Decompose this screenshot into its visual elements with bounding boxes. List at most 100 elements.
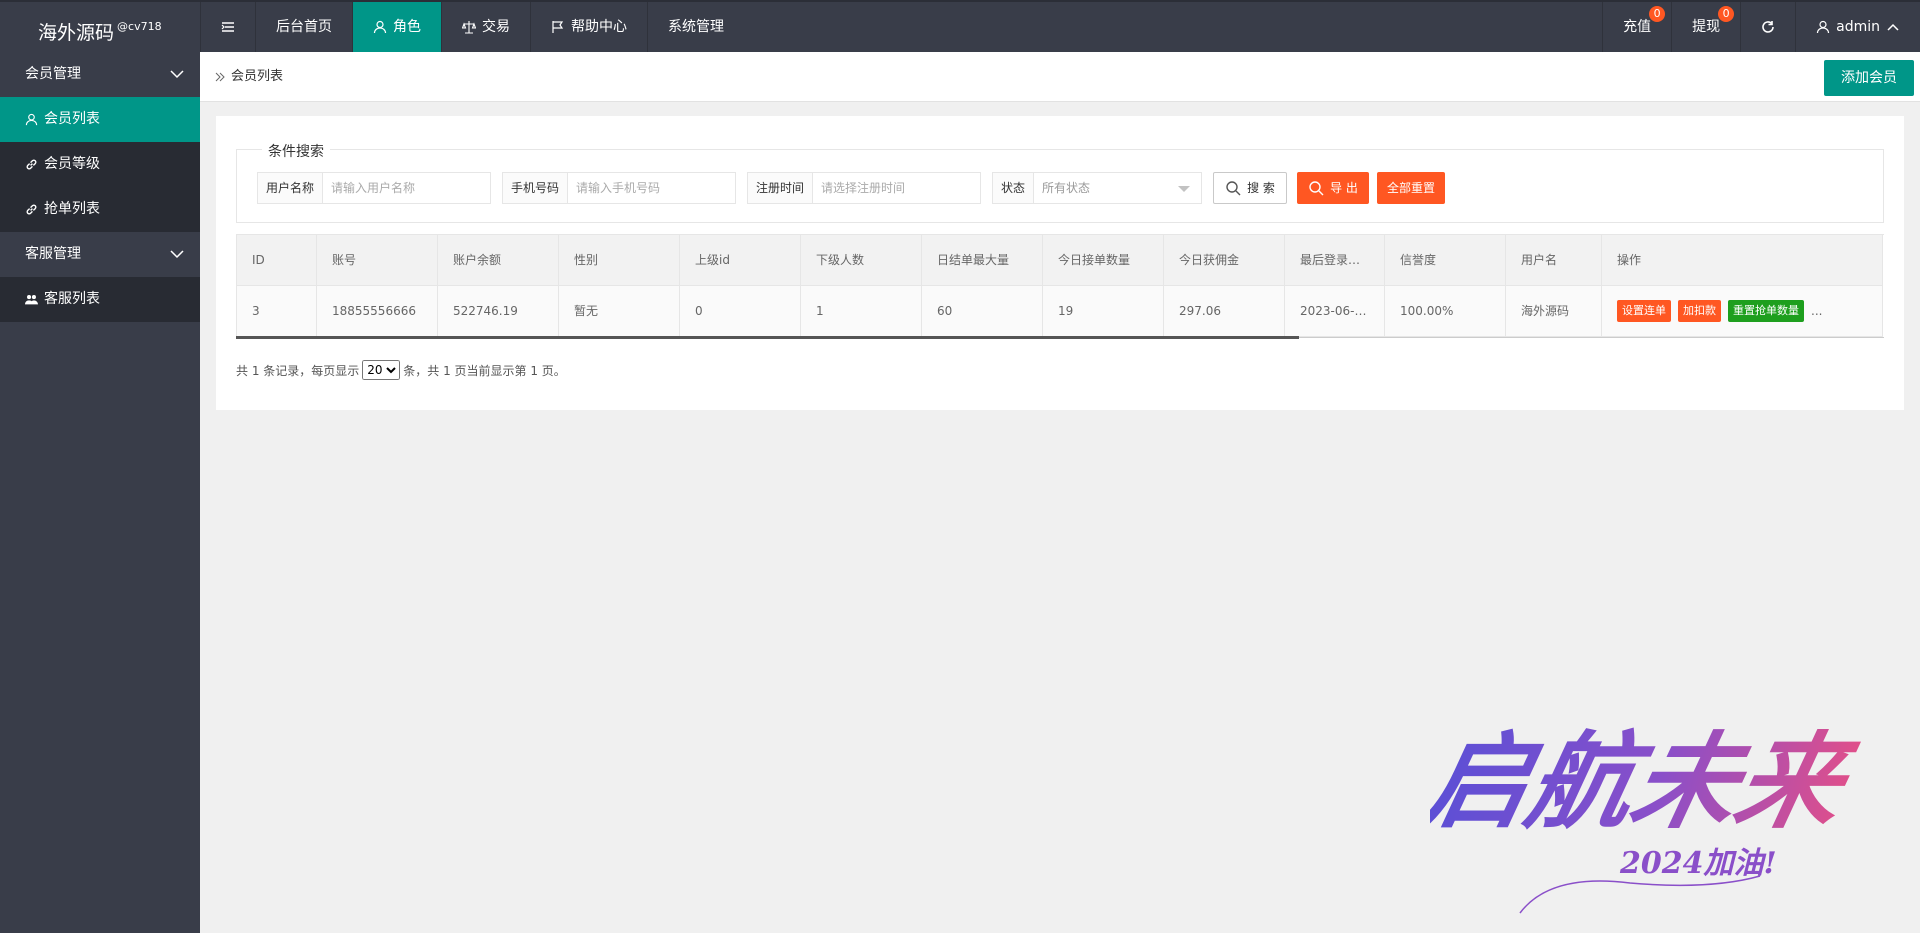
- table-cell: 0: [680, 286, 801, 337]
- top-nav-right: 充值 0 提现 0 admin: [1602, 2, 1920, 52]
- table-cell: 3: [237, 286, 317, 337]
- recharge-badge: 0: [1649, 6, 1666, 22]
- phone-input[interactable]: [568, 173, 735, 203]
- username-field-group: 用户名称: [257, 172, 491, 204]
- breadcrumb-bar: 会员列表 添加会员: [200, 52, 1920, 102]
- table-scrollbar-thumb[interactable]: [236, 336, 1299, 339]
- withdraw-badge: 0: [1718, 6, 1735, 22]
- sidebar-submenu-members: 会员列表 会员等级 抢单列表: [0, 97, 200, 232]
- watermark-logo: 启航未来 2024加油!: [1430, 720, 1866, 914]
- chevron-down-icon: [170, 250, 184, 259]
- nav-role[interactable]: 角色: [352, 2, 441, 52]
- sidebar-item-label: 客服列表: [44, 291, 100, 307]
- sidebar-group-members[interactable]: 会员管理: [0, 52, 200, 97]
- sidebar-group-members-label: 会员管理: [25, 66, 81, 82]
- table-header-cell[interactable]: 操作: [1602, 235, 1883, 286]
- set-chain-order-button[interactable]: 设置连单: [1617, 300, 1671, 322]
- sidebar-item-order-list[interactable]: 抢单列表: [0, 187, 200, 232]
- nav-help[interactable]: 帮助中心: [530, 2, 647, 52]
- sidebar-item-member-list[interactable]: 会员列表: [0, 97, 200, 142]
- regtime-input[interactable]: [813, 173, 980, 203]
- phone-field-group: 手机号码: [502, 172, 736, 204]
- table-actions-cell: 设置连单 加扣款 重置抢单数量 ...: [1602, 286, 1883, 337]
- flag-icon: [552, 21, 564, 33]
- nav-trade-label: 交易: [482, 19, 510, 35]
- add-member-button[interactable]: 添加会员: [1824, 60, 1914, 96]
- table-header-cell[interactable]: 用户名: [1506, 235, 1602, 286]
- table-cell: 60: [922, 286, 1043, 337]
- watermark-main-text: 启航未来: [1430, 720, 1866, 843]
- brand-name: 海外源码: [38, 22, 115, 44]
- table-scrollbar-track[interactable]: [1299, 337, 1884, 338]
- reset-order-count-button[interactable]: 重置抢单数量: [1728, 300, 1804, 322]
- table-row[interactable]: 3 18855556666 522746.19 暂无 0 1 60 19 297…: [237, 286, 1884, 337]
- nav-recharge-label: 充值: [1623, 19, 1652, 35]
- sidebar-group-service[interactable]: 客服管理: [0, 232, 200, 277]
- pager-suffix: 条，共 1 页当前显示第 1 页。: [403, 363, 566, 378]
- reset-all-button[interactable]: 全部重置: [1377, 172, 1445, 204]
- adjust-balance-button[interactable]: 加扣款: [1678, 300, 1721, 322]
- main-panel: 条件搜索 用户名称 手机号码 注册时间 状态 所有状态 搜 索 导 出: [216, 116, 1904, 410]
- top-bar: 海外源码 @cv718 后台首页 角色 交易 帮助中心 系统管理 充值 0 提现 …: [0, 0, 1920, 52]
- export-button[interactable]: 导 出: [1297, 172, 1369, 204]
- username-input[interactable]: [323, 173, 490, 203]
- table-header-cell[interactable]: ID: [237, 235, 317, 286]
- sidebar-item-label: 会员列表: [44, 111, 100, 127]
- table-cell: 522746.19: [438, 286, 559, 337]
- regtime-label: 注册时间: [748, 173, 814, 203]
- table-header-row: ID 账号 账户余额 性别 上级id 下级人数 日结单最大量 今日接单数量 今日…: [237, 235, 1884, 286]
- table-header-cell[interactable]: 上级id: [680, 235, 801, 286]
- sidebar-toggle-button[interactable]: [200, 2, 255, 52]
- nav-withdraw-label: 提现: [1692, 19, 1721, 35]
- export-button-label: 导 出: [1330, 181, 1358, 195]
- status-select[interactable]: 所有状态: [1034, 173, 1200, 203]
- table-header-cell[interactable]: 账户余额: [438, 235, 559, 286]
- table-header-cell[interactable]: 今日接单数量: [1043, 235, 1164, 286]
- table-header-cell[interactable]: 日结单最大量: [922, 235, 1043, 286]
- table-header-cell[interactable]: 性别: [559, 235, 680, 286]
- search-button[interactable]: 搜 索: [1213, 172, 1287, 204]
- pagination: 共 1 条记录，每页显示 20 条，共 1 页当前显示第 1 页。: [236, 360, 566, 380]
- sidebar: 会员管理 会员列表 会员等级 抢单列表 客服管理 客服列表: [0, 52, 200, 933]
- chevron-up-icon: [1887, 23, 1899, 31]
- sidebar-item-service-list[interactable]: 客服列表: [0, 277, 200, 322]
- user-menu[interactable]: admin: [1795, 2, 1920, 52]
- table-header-cell[interactable]: 信誉度: [1385, 235, 1506, 286]
- search-legend: 条件搜索: [262, 141, 330, 161]
- sidebar-item-label: 会员等级: [44, 156, 100, 172]
- nav-recharge[interactable]: 充值 0: [1602, 2, 1671, 52]
- nav-help-label: 帮助中心: [571, 19, 627, 35]
- users-icon: [25, 295, 38, 305]
- refresh-button[interactable]: [1740, 2, 1795, 52]
- nav-system[interactable]: 系统管理: [647, 2, 744, 52]
- sidebar-group-service-label: 客服管理: [25, 246, 81, 262]
- table-cell: 2023-06-2...: [1285, 286, 1385, 337]
- nav-dashboard[interactable]: 后台首页: [255, 2, 352, 52]
- sidebar-submenu-service: 客服列表: [0, 277, 200, 322]
- chevron-down-icon: [170, 70, 184, 79]
- breadcrumb-current[interactable]: 会员列表: [231, 52, 283, 102]
- nav-role-label: 角色: [393, 19, 421, 35]
- table-header-cell[interactable]: 今日获佣金: [1164, 235, 1285, 286]
- link-icon: [26, 204, 37, 215]
- page-size-select[interactable]: 20: [362, 360, 401, 380]
- menu-fold-icon: [221, 22, 234, 32]
- status-select-value: 所有状态: [1042, 181, 1091, 195]
- table-header-cell[interactable]: 下级人数: [801, 235, 922, 286]
- user-icon: [373, 20, 387, 34]
- more-actions-button[interactable]: ...: [1811, 286, 1822, 336]
- nav-dashboard-label: 后台首页: [276, 19, 332, 35]
- table-cell: 暂无: [559, 286, 680, 337]
- table-header-cell[interactable]: 最后登录时...: [1285, 235, 1385, 286]
- user-name: admin: [1836, 19, 1880, 35]
- table-header-cell[interactable]: 账号: [317, 235, 438, 286]
- table-cell: 1: [801, 286, 922, 337]
- nav-trade[interactable]: 交易: [441, 2, 530, 52]
- nav-withdraw[interactable]: 提现 0: [1671, 2, 1740, 52]
- status-label: 状态: [993, 173, 1035, 203]
- regtime-field-group: 注册时间: [747, 172, 981, 204]
- logo: 海外源码 @cv718: [0, 2, 200, 52]
- table-cell: 海外源码: [1506, 286, 1602, 337]
- sidebar-item-member-level[interactable]: 会员等级: [0, 142, 200, 187]
- user-icon: [25, 113, 38, 126]
